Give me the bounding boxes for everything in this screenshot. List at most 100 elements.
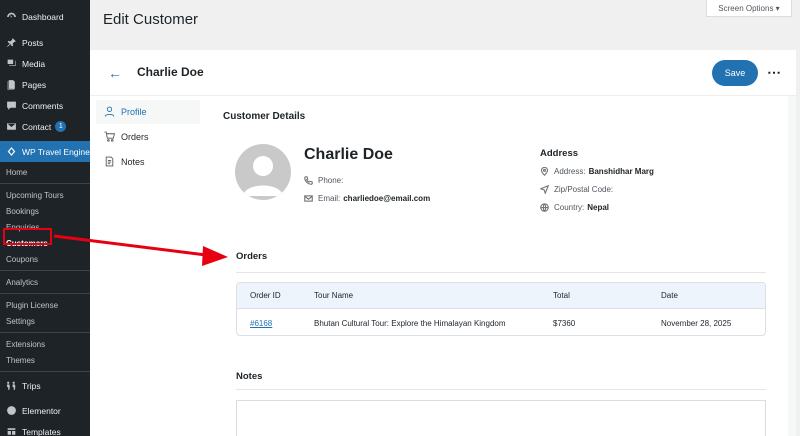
avatar: [235, 144, 291, 200]
column-header-tour-name: Tour Name: [314, 291, 354, 300]
avatar-placeholder-icon: [243, 156, 283, 196]
pages-icon: [5, 79, 17, 91]
total-cell: $7360: [553, 319, 576, 328]
page-title: Edit Customer: [103, 11, 199, 28]
save-button[interactable]: Save: [712, 60, 758, 86]
submenu-analytics[interactable]: Analytics: [0, 274, 90, 290]
notes-textarea[interactable]: [236, 400, 766, 436]
tour-name-cell: Bhutan Cultural Tour: Explore the Himala…: [314, 319, 506, 328]
menu-label: Media: [22, 58, 46, 69]
submenu-home[interactable]: Home: [0, 164, 90, 180]
country-line: Country: Nepal: [540, 203, 609, 212]
send-icon: [540, 185, 549, 194]
submenu-upcoming-tours[interactable]: Upcoming Tours: [0, 187, 90, 203]
address-title: Address: [540, 148, 579, 159]
country-value: Nepal: [587, 203, 610, 212]
submenu-settings[interactable]: Settings: [0, 313, 90, 329]
phone-label: Phone:: [318, 176, 344, 185]
media-icon: [5, 58, 17, 70]
menu-comments[interactable]: Comments: [0, 95, 90, 116]
country-label: Country:: [554, 203, 585, 212]
menu-label: Dashboard: [22, 11, 64, 22]
customer-panel: ← Charlie Doe Save ⋯ Profile Orders Note…: [90, 50, 796, 436]
separator: [0, 183, 90, 184]
customer-topbar: ← Charlie Doe Save ⋯: [90, 50, 796, 96]
menu-label: Templates: [22, 426, 61, 436]
submenu-themes[interactable]: Themes: [0, 352, 90, 368]
screen-options-button[interactable]: Screen Options ▾: [706, 0, 792, 17]
customer-name-header: Charlie Doe: [137, 65, 204, 79]
divider: [236, 272, 766, 273]
menu-label: WP Travel Engine: [22, 146, 90, 157]
date-cell: November 28, 2025: [661, 319, 732, 328]
mail-icon: [5, 121, 17, 133]
back-arrow-icon[interactable]: ←: [108, 65, 122, 81]
menu-label: Posts: [22, 37, 44, 48]
menu-dashboard[interactable]: Dashboard: [0, 6, 90, 27]
email-icon: [304, 195, 313, 202]
tab-notes[interactable]: Notes: [96, 150, 200, 174]
travel-engine-icon: [5, 146, 17, 158]
menu-contact[interactable]: Contact 1: [0, 116, 90, 137]
annotation-highlight-box: [3, 228, 52, 245]
pin-icon: [5, 37, 17, 49]
phone-icon: [304, 176, 313, 185]
tab-label: Orders: [121, 132, 149, 142]
tab-orders[interactable]: Orders: [96, 125, 200, 149]
zip-label: Zip/Postal Code:: [554, 185, 614, 194]
more-options-icon[interactable]: ⋯: [765, 63, 783, 81]
email-label: Email:: [318, 194, 341, 203]
orders-title: Orders: [236, 251, 268, 262]
address-line: Address: Banshidhar Marg: [540, 167, 654, 176]
submenu-plugin-license[interactable]: Plugin License: [0, 297, 90, 313]
user-icon: [104, 106, 116, 118]
menu-posts[interactable]: Posts: [0, 32, 90, 53]
address-value: Banshidhar Marg: [588, 167, 654, 176]
submenu-extensions[interactable]: Extensions: [0, 336, 90, 352]
trips-icon: [5, 380, 17, 392]
menu-trips[interactable]: Trips: [0, 375, 90, 396]
notification-badge: 1: [55, 121, 67, 132]
divider: [236, 389, 766, 390]
notes-icon: [104, 156, 116, 168]
tab-label: Notes: [121, 157, 145, 167]
customer-details-card: Customer Details Charlie Doe Phone: Emai…: [205, 96, 788, 436]
separator: [0, 270, 90, 271]
elementor-icon: [5, 405, 17, 417]
comment-icon: [5, 100, 17, 112]
customer-name: Charlie Doe: [304, 146, 393, 163]
dashboard-icon: [5, 11, 17, 23]
submenu-coupons[interactable]: Coupons: [0, 251, 90, 267]
tab-label: Profile: [121, 107, 147, 117]
column-header-total: Total: [553, 291, 570, 300]
templates-icon: [5, 426, 17, 436]
menu-templates[interactable]: Templates: [0, 421, 90, 436]
tab-profile[interactable]: Profile: [96, 100, 200, 124]
separator: [0, 332, 90, 333]
menu-wp-travel-engine[interactable]: WP Travel Engine: [0, 141, 90, 162]
email-value: charliedoe@email.com: [343, 194, 431, 203]
location-pin-icon: [540, 167, 549, 176]
separator: [0, 371, 90, 372]
column-header-order-id: Order ID: [250, 291, 281, 300]
globe-icon: [540, 203, 549, 212]
order-id-link[interactable]: #6168: [250, 319, 272, 328]
menu-pages[interactable]: Pages: [0, 74, 90, 95]
submenu-bookings[interactable]: Bookings: [0, 203, 90, 219]
menu-label: Comments: [22, 100, 64, 111]
column-header-date: Date: [661, 291, 678, 300]
cart-icon: [104, 131, 116, 143]
menu-label: Elementor: [22, 405, 61, 416]
notes-title: Notes: [236, 371, 263, 382]
menu-elementor[interactable]: Elementor: [0, 400, 90, 421]
customer-tabs: Profile Orders Notes: [90, 96, 205, 436]
menu-label: Pages: [22, 79, 47, 90]
zip-line: Zip/Postal Code:: [540, 185, 616, 194]
customer-details-title: Customer Details: [223, 111, 306, 122]
phone-line: Phone:: [304, 176, 346, 185]
menu-media[interactable]: Media: [0, 53, 90, 74]
menu-label: Contact: [22, 121, 52, 132]
menu-label: Trips: [22, 380, 41, 391]
admin-sidebar: Dashboard Posts Media Pages Comments Con…: [0, 0, 90, 436]
separator: [0, 293, 90, 294]
